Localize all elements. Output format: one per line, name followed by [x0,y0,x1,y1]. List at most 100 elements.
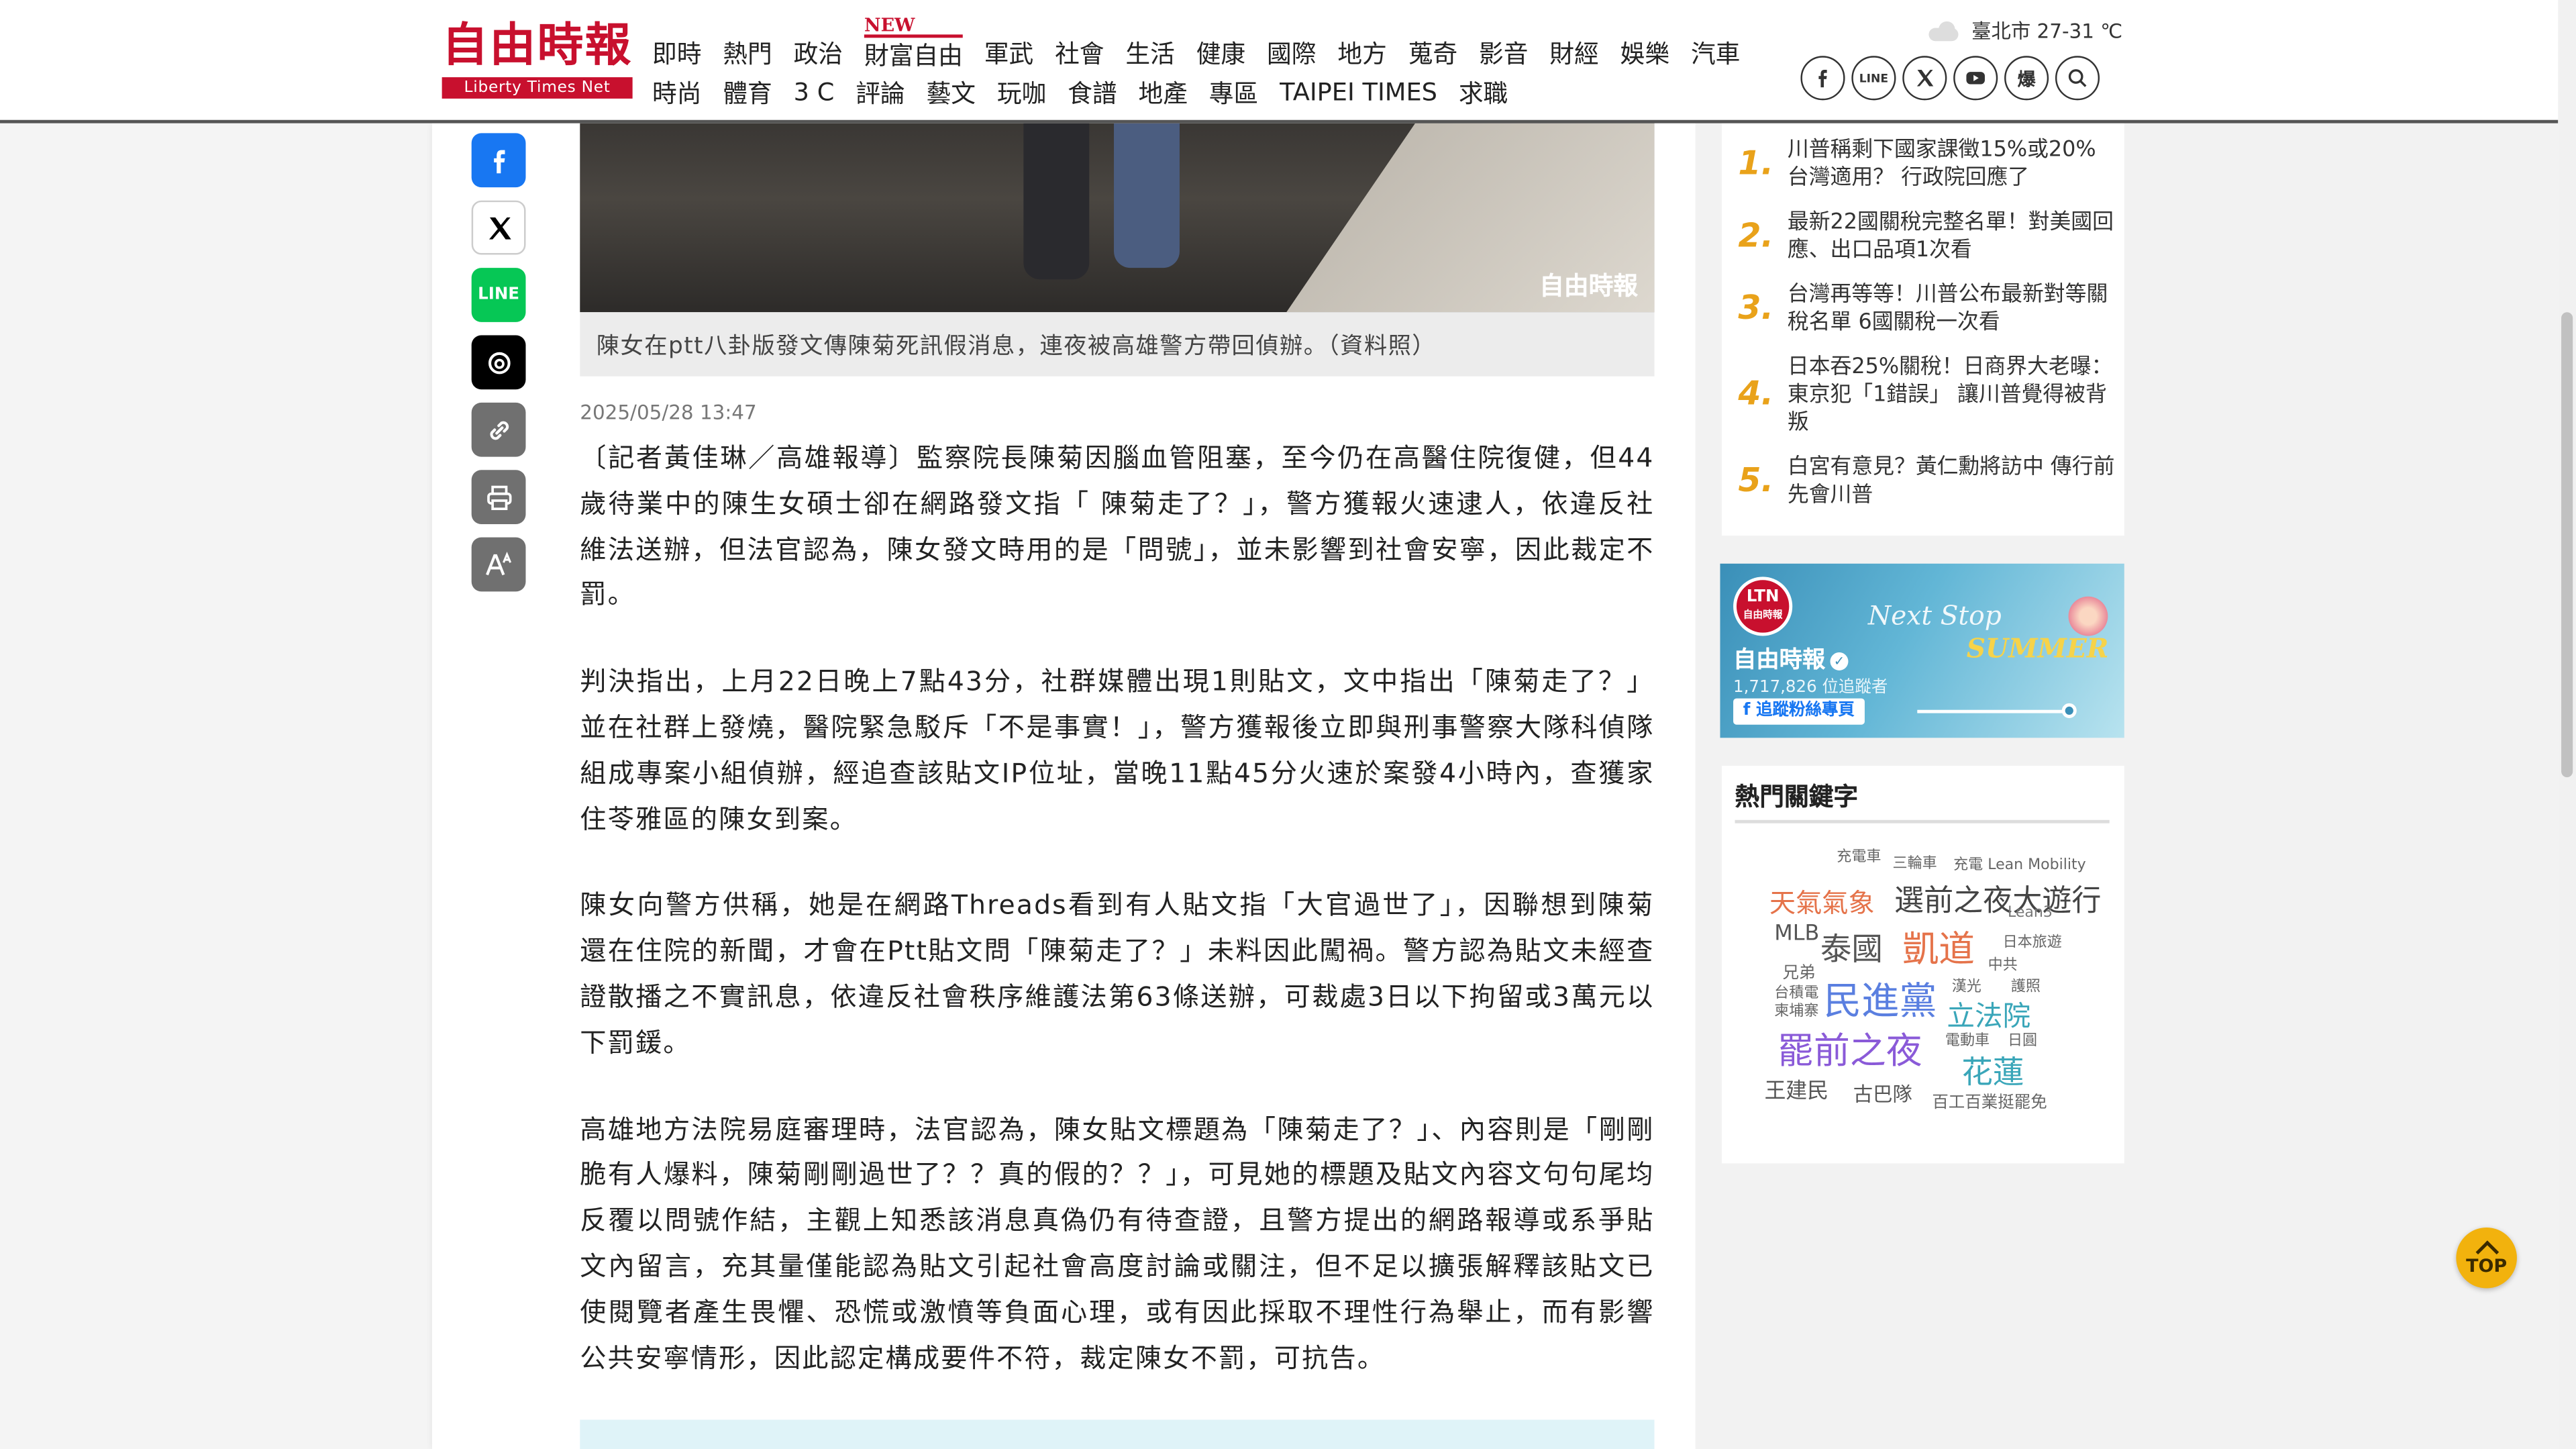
keyword-link[interactable]: 古巴隊 [1853,1080,1912,1108]
youtube-icon[interactable] [1953,56,1998,101]
popular-news-item[interactable]: 3. 台灣再等等！川普公布最新對等關稅名單 6國關稅一次看 [1738,281,2116,337]
share-toolbar: LINE [471,133,529,605]
photo-figure-jeans [1114,123,1180,268]
facebook-fanpage-banner[interactable]: LTN 自由時報 Next Stop SUMMER 自由時報 ✓ 1,717,82… [1720,563,2124,738]
keyword-link[interactable]: MLB [1774,922,1819,947]
nav-item[interactable]: 求職 [1459,74,1508,109]
keyword-link[interactable]: 兄弟 [1783,958,1816,983]
cloud-icon [1926,19,1962,42]
keyword-link[interactable]: 王建民 [1765,1073,1829,1105]
share-threads-button[interactable] [471,335,526,390]
copy-link-button[interactable] [471,402,526,457]
keyword-link[interactable]: 日本旅遊 [2003,930,2062,951]
ltn-logo-subtext: 自由時報 [1743,609,1783,621]
keyword-link[interactable]: 選前之夜大遊行 [1894,877,2101,920]
popular-news-item[interactable]: 5. 白宮有意見？黃仁勳將訪中 傳行前先會川普 [1738,454,2116,509]
nav-item[interactable]: 國際 [1267,36,1316,70]
nav-item[interactable]: 玩咖 [997,74,1046,109]
popular-news-item[interactable]: 2. 最新22國關稅完整名單！對美國回應、出口品項1次看 [1738,209,2116,264]
nav-item[interactable]: 健康 [1196,36,1245,70]
keyword-link[interactable]: 罷前之夜 [1778,1022,1922,1075]
hot-keywords-panel: 熱門關鍵字 充電車 三輪車 充電 Lean Mobility 天氣氣象 選前之夜大遊行 L… [1721,765,2124,1164]
nav-item[interactable]: 生活 [1125,36,1174,70]
rank-number: 4. [1738,372,1774,413]
keyword-link[interactable]: 日圓 [2008,1029,2037,1050]
nav-item[interactable]: 蒐奇 [1408,36,1457,70]
share-facebook-button[interactable] [471,133,526,188]
keyword-link[interactable]: 民進黨 [1824,970,1937,1026]
nav-item[interactable]: 地產 [1138,74,1187,109]
nav-item[interactable]: 政治 [794,36,843,70]
keyword-link[interactable]: 中共 [1988,953,2018,974]
nav-item[interactable]: 財經 [1549,36,1598,70]
rank-headline[interactable]: 川普稱剩下國家課徵15%或20% 台灣適用？ 行政院回應了 [1788,136,2116,192]
scrollbar-thumb[interactable] [2561,312,2573,778]
nav-item[interactable]: TAIPEI TIMES [1280,77,1437,107]
bao-icon-label: 爆 [2017,68,2036,90]
keyword-link[interactable]: 花蓮 [1961,1048,2024,1093]
rank-headline[interactable]: 日本吞25%關稅！日商界大老曝：東京犯「1錯誤」 讓川普覺得被背叛 [1788,353,2116,437]
keyword-link[interactable]: 天氣氣象 [1769,881,1875,920]
line-icon: LINE [478,286,520,304]
share-line-button[interactable]: LINE [471,268,526,322]
font-size-button[interactable] [471,537,526,592]
nav-item[interactable]: 食譜 [1068,74,1117,109]
flower-graphic [2068,596,2108,636]
nav-item[interactable]: 體育 [723,74,772,109]
ltn-logo: LTN 自由時報 [1733,577,1793,636]
article-paragraph: 判決指出，上月22日晚上7點43分，社群媒體出現1則貼文，文中指出「陳菊走了？」… [580,666,1655,834]
back-to-top-button[interactable]: TOP [2456,1227,2517,1289]
printer-icon [486,485,511,509]
nav-item[interactable]: 藝文 [927,74,976,109]
keyword-link[interactable]: 立法院 [1947,993,2030,1034]
follow-page-button[interactable]: f 追蹤粉絲專頁 [1733,698,1865,725]
nav-item[interactable]: 地方 [1337,36,1386,70]
rank-headline[interactable]: 最新22國關稅完整名單！對美國回應、出口品項1次看 [1788,209,2116,264]
popular-news-item[interactable]: 4. 日本吞25%關稅！日商界大老曝：東京犯「1錯誤」 讓川普覺得被背叛 [1738,353,2116,437]
keyword-link[interactable]: 柬埔寨 [1774,999,1818,1020]
follow-page-label: 追蹤粉絲專頁 [1755,701,1855,720]
nav-item[interactable]: 時尚 [652,74,701,109]
nav-item[interactable]: 娛樂 [1620,36,1669,70]
keyword-link[interactable]: 充電 Lean Mobility [1953,853,2086,874]
line-icon[interactable]: LINE [1851,56,1896,101]
nav-item[interactable]: 熱門 [723,36,772,70]
hot-keywords-title: 熱門關鍵字 [1735,779,2110,823]
fanpage-name: 自由時報 ✓ [1733,642,1849,675]
weather-widget[interactable]: 臺北市 27-31 ℃ [1926,16,2122,44]
keyword-link[interactable]: 泰國 [1820,925,1883,969]
site-logo[interactable]: 自由時報 Liberty Times Net [442,18,633,100]
bao-icon[interactable]: 爆 [2004,56,2049,101]
banner-progress-line [1917,709,2069,713]
follower-count: 1,717,826 位追蹤者 [1733,679,1888,697]
nav-item[interactable]: 評論 [856,74,905,109]
facebook-icon[interactable] [1800,56,1845,101]
rank-number: 1. [1738,143,1774,183]
keyword-link[interactable]: 百工百業挺罷免 [1932,1088,2047,1113]
keyword-link[interactable]: 凱道 [1902,920,1975,972]
keyword-link[interactable]: 電動車 [1945,1029,1990,1050]
photo-figures [1023,123,1180,288]
nav-item[interactable]: 專區 [1209,74,1258,109]
rank-number: 5. [1738,460,1774,500]
nav-item-new[interactable]: 財富自由 [864,14,963,71]
keyword-link[interactable]: Lean3 [2008,905,2053,921]
rank-headline[interactable]: 白宮有意見？黃仁勳將訪中 傳行前先會川普 [1788,454,2116,509]
nav-item[interactable]: 即時 [652,36,701,70]
nav-item[interactable]: 軍武 [984,36,1033,70]
keyword-link[interactable]: 充電車 [1837,844,1881,866]
x-icon[interactable] [1902,56,1947,101]
verified-icon: ✓ [1830,651,1849,670]
keyword-link[interactable]: 三輪車 [1893,851,1937,872]
nav-item[interactable]: 3 C [794,77,835,107]
rank-headline[interactable]: 台灣再等等！川普公布最新對等關稅名單 6國關稅一次看 [1788,281,2116,337]
print-button[interactable] [471,470,526,525]
share-x-button[interactable] [471,200,526,255]
page-scrollbar[interactable] [2558,0,2576,1449]
nav-item[interactable]: 影音 [1479,36,1528,70]
search-icon[interactable] [2055,56,2100,101]
nav-item[interactable]: 社會 [1055,36,1104,70]
popular-news-item[interactable]: 1. 川普稱剩下國家課徵15%或20% 台灣適用？ 行政院回應了 [1738,136,2116,192]
banner-slogan-1: Next Stop [1867,599,2002,632]
nav-item[interactable]: 汽車 [1691,36,1740,70]
